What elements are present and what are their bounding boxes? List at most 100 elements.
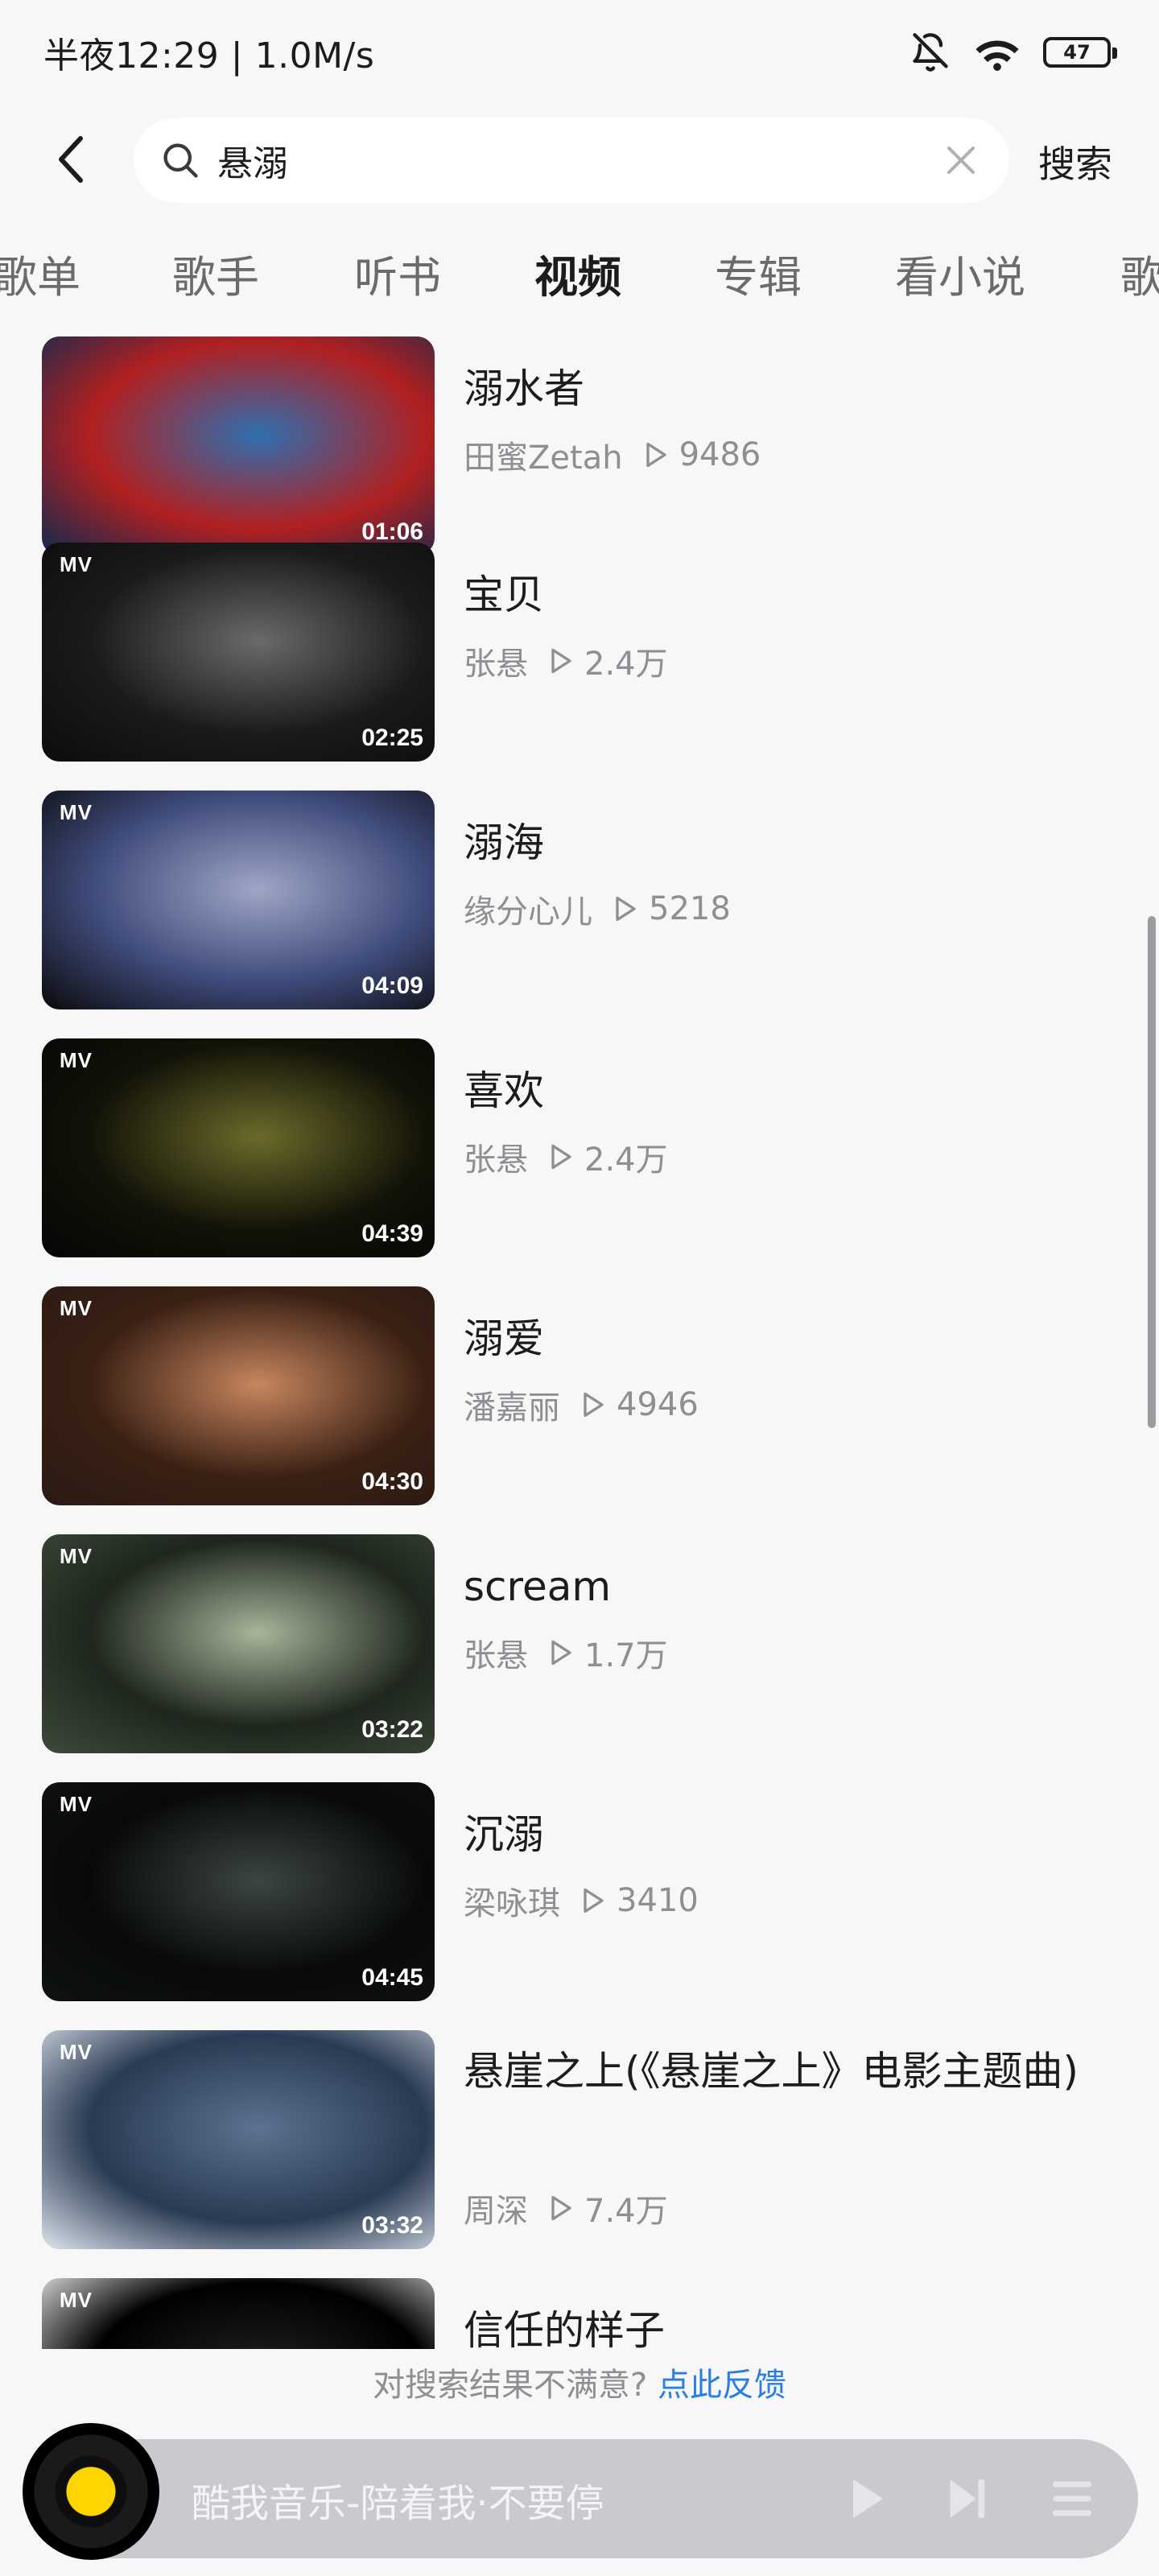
list-item[interactable]: MV 信任的样子 bbox=[0, 2278, 1159, 2349]
search-button[interactable]: 搜索 bbox=[1038, 135, 1112, 188]
status-bar: 半夜12:29 | 1.0M/s 47 bbox=[0, 0, 1159, 105]
video-meta: 缘分心儿 5218 bbox=[464, 886, 731, 932]
video-thumbnail: MV 02:25 bbox=[42, 543, 435, 762]
video-thumbnail: MV bbox=[42, 2278, 435, 2349]
video-play-count: 9486 bbox=[678, 436, 761, 473]
tab-label: 看小说 bbox=[895, 252, 1025, 303]
play-count-icon bbox=[551, 1640, 571, 1666]
list-item[interactable]: 01:06 溺水者 田蜜Zetah 9486 bbox=[0, 336, 1159, 555]
playlist-icon bbox=[1053, 2481, 1091, 2516]
video-duration: 01:06 bbox=[361, 518, 423, 545]
play-count-icon bbox=[551, 1144, 571, 1170]
play-count-icon bbox=[584, 1392, 604, 1418]
play-count-icon bbox=[551, 648, 571, 674]
next-icon bbox=[950, 2479, 985, 2518]
video-artist: 梁咏琪 bbox=[464, 1885, 560, 1922]
play-count-icon bbox=[645, 442, 666, 468]
list-item[interactable]: MV 04:09 溺海 缘分心儿 5218 bbox=[0, 791, 1159, 1009]
video-play-count: 3410 bbox=[617, 1882, 699, 1919]
tab-label: 专辑 bbox=[715, 252, 802, 303]
tab-novels[interactable]: 看小说 bbox=[895, 242, 1025, 305]
wifi-icon bbox=[975, 40, 1019, 71]
search-input[interactable] bbox=[217, 139, 937, 181]
mv-badge: MV bbox=[60, 2040, 93, 2064]
play-count-icon bbox=[551, 2195, 571, 2221]
video-duration: 03:22 bbox=[361, 1716, 423, 1743]
battery-indicator: 47 bbox=[1043, 37, 1117, 68]
video-artist: 张悬 bbox=[464, 1637, 528, 1674]
video-meta: 潘嘉丽 4946 bbox=[464, 1381, 699, 1428]
play-button[interactable] bbox=[832, 2465, 900, 2533]
tab-label: 歌 bbox=[1120, 252, 1159, 303]
video-thumbnail: MV 04:09 bbox=[42, 791, 435, 1009]
video-title: 沉溺 bbox=[464, 1811, 544, 1858]
video-thumbnail: MV 04:30 bbox=[42, 1286, 435, 1505]
play-count-icon bbox=[584, 1888, 604, 1913]
list-item[interactable]: MV 04:30 溺爱 潘嘉丽 4946 bbox=[0, 1286, 1159, 1505]
video-artist: 张悬 bbox=[464, 646, 528, 683]
feedback-text: 对搜索结果不满意? bbox=[373, 2367, 648, 2404]
tab-albums[interactable]: 专辑 bbox=[715, 242, 802, 305]
video-play-count: 1.7万 bbox=[584, 1637, 668, 1674]
mv-badge: MV bbox=[60, 1544, 93, 1568]
search-icon bbox=[163, 143, 198, 178]
list-item[interactable]: MV 04:39 喜欢 张悬 2.4万 bbox=[0, 1038, 1159, 1257]
list-item[interactable]: MV 03:22 scream 张悬 1.7万 bbox=[0, 1534, 1159, 1753]
video-play-count: 5218 bbox=[649, 890, 731, 927]
mv-badge: MV bbox=[60, 1792, 93, 1816]
mv-badge: MV bbox=[60, 800, 93, 824]
video-title: 悬崖之上(《悬崖之上》电影主题曲) bbox=[464, 2048, 1079, 2095]
tab-singers[interactable]: 歌手 bbox=[172, 242, 259, 305]
status-icons: 47 bbox=[909, 31, 1117, 73]
video-thumbnail: MV 04:39 bbox=[42, 1038, 435, 1257]
album-disc-icon[interactable] bbox=[23, 2423, 159, 2560]
video-meta: 田蜜Zetah 9486 bbox=[464, 431, 761, 478]
video-play-count: 7.4万 bbox=[584, 2193, 668, 2230]
video-meta: 张悬 2.4万 bbox=[464, 638, 668, 684]
video-duration: 04:45 bbox=[361, 1964, 423, 1991]
video-duration: 04:09 bbox=[361, 972, 423, 999]
clear-search-button[interactable] bbox=[937, 136, 985, 184]
category-tabs: 歌单 歌手 听书 视频 专辑 看小说 歌 bbox=[0, 233, 1159, 322]
video-artist: 潘嘉丽 bbox=[464, 1389, 560, 1426]
video-duration: 04:39 bbox=[361, 1220, 423, 1247]
video-title: 宝贝 bbox=[464, 572, 544, 618]
video-thumbnail: 01:06 bbox=[42, 336, 435, 555]
player-track-title[interactable]: 酷我音乐-陪着我·不要停 bbox=[192, 2471, 604, 2528]
video-meta: 张悬 1.7万 bbox=[464, 1629, 668, 1676]
play-count-icon bbox=[616, 896, 636, 922]
mv-badge: MV bbox=[60, 1048, 93, 1072]
tab-playlists[interactable]: 歌单 bbox=[0, 242, 80, 305]
video-play-count: 2.4万 bbox=[584, 646, 668, 683]
back-button[interactable] bbox=[45, 132, 97, 187]
bell-slash-icon bbox=[913, 33, 948, 72]
list-item[interactable]: MV 02:25 宝贝 张悬 2.4万 bbox=[0, 543, 1159, 762]
tab-audiobooks[interactable]: 听书 bbox=[354, 242, 441, 305]
video-title: 信任的样子 bbox=[464, 2307, 665, 2349]
tab-label: 歌手 bbox=[172, 252, 259, 303]
close-icon bbox=[947, 147, 975, 174]
video-meta: 周深 7.4万 bbox=[464, 2185, 668, 2231]
search-header: 搜索 bbox=[0, 113, 1159, 206]
list-item[interactable]: MV 03:32 悬崖之上(《悬崖之上》电影主题曲) 周深 7.4万 bbox=[0, 2030, 1159, 2249]
feedback-link[interactable]: 点此反馈 bbox=[658, 2367, 786, 2404]
video-list[interactable]: 01:06 溺水者 田蜜Zetah 9486 MV 02:25 宝贝 张悬 2.… bbox=[0, 330, 1159, 2349]
video-thumbnail: MV 04:45 bbox=[42, 1782, 435, 2001]
scrollbar[interactable] bbox=[1148, 916, 1156, 1428]
tab-videos[interactable]: 视频 bbox=[534, 242, 621, 305]
mv-badge: MV bbox=[60, 552, 93, 576]
playlist-button[interactable] bbox=[1038, 2465, 1106, 2533]
video-artist: 田蜜Zetah bbox=[464, 440, 623, 477]
next-button[interactable] bbox=[934, 2465, 1001, 2533]
video-meta: 梁咏琪 3410 bbox=[464, 1877, 699, 1924]
list-item[interactable]: MV 04:45 沉溺 梁咏琪 3410 bbox=[0, 1782, 1159, 2001]
search-box[interactable] bbox=[134, 118, 1009, 203]
tab-more[interactable]: 歌 bbox=[1120, 242, 1159, 305]
video-title: 溺水者 bbox=[464, 365, 584, 412]
video-play-count: 4946 bbox=[617, 1386, 699, 1423]
video-artist: 周深 bbox=[464, 2193, 528, 2230]
video-meta: 张悬 2.4万 bbox=[464, 1133, 668, 1180]
video-thumbnail: MV 03:32 bbox=[42, 2030, 435, 2249]
mv-badge: MV bbox=[60, 1296, 93, 1320]
video-thumbnail: MV 03:22 bbox=[42, 1534, 435, 1753]
